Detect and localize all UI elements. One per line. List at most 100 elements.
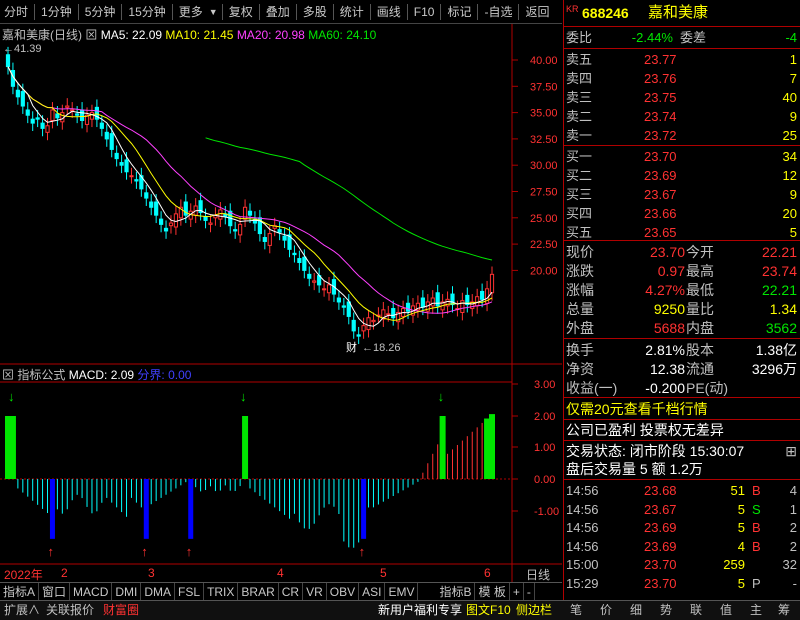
stat-value: 22.21 <box>761 244 797 260</box>
panel-tab[interactable]: 主 <box>750 601 762 620</box>
stat-row: 涨幅 4.27% 最低 22.21 <box>564 281 800 299</box>
tick-direction: S <box>752 501 761 517</box>
stat-value: 5688 <box>653 320 685 336</box>
buy-signal-arrow-down: ↓ <box>8 389 15 404</box>
level-volume: 7 <box>789 71 797 86</box>
toolbar-item[interactable]: 复权 <box>225 0 257 24</box>
macd-bar <box>417 479 419 482</box>
price-tick-label: 32.50 <box>530 134 558 146</box>
ask-row[interactable]: 卖五 23.77 1 <box>564 51 800 69</box>
tab-template[interactable]: 模 板 <box>475 582 510 601</box>
weibi-row: 委比 -2.44% 委差 -4 <box>564 29 800 47</box>
macd-tick-label: 2.00 <box>534 411 555 423</box>
macd-bar <box>150 479 152 505</box>
tab-add[interactable]: + <box>510 582 524 601</box>
close-icon[interactable]: ⊠ <box>2 368 14 382</box>
ask-row[interactable]: 卖二 23.74 9 <box>564 108 800 126</box>
bid-row[interactable]: 买四 23.66 20 <box>564 205 800 223</box>
tab-window[interactable]: 窗口 <box>39 582 71 601</box>
toolbar-item[interactable]: 标记 <box>443 0 475 24</box>
ask-row[interactable]: 卖一 23.72 25 <box>564 127 800 145</box>
macd-bar <box>86 479 88 507</box>
price-tick-label: 22.50 <box>530 239 558 251</box>
tab-dma[interactable]: DMA <box>141 582 176 601</box>
year-label: 2022年 <box>4 568 43 582</box>
toolbar-item[interactable]: 多股 <box>299 0 331 24</box>
bid-row[interactable]: 买三 23.67 9 <box>564 186 800 204</box>
panel-tab[interactable]: 笔 <box>570 601 582 620</box>
divider <box>564 26 800 27</box>
tab-macd[interactable]: MACD <box>70 582 113 601</box>
expand-button[interactable]: 扩展∧ <box>4 601 40 620</box>
promo-link[interactable]: 仅需20元查看千档行情 <box>564 400 800 418</box>
toolbar-item[interactable]: 返回 <box>521 0 553 24</box>
stat-label: 今开 <box>686 244 714 260</box>
tick-volume: 4 <box>737 538 745 554</box>
wealth-circle-button[interactable]: 财富圈 <box>103 601 139 620</box>
indicator-title[interactable]: 指标公式 <box>17 368 65 382</box>
panel-tab[interactable]: 联 <box>690 601 702 620</box>
candle-body <box>435 292 440 307</box>
kline-chart[interactable]: 40.0037.5035.0032.5030.0027.5025.0022.50… <box>0 24 562 582</box>
sidebar-toggle[interactable]: 侧边栏 <box>516 601 552 620</box>
toolbar-item-more[interactable]: 更多 <box>175 0 207 24</box>
panel-tab[interactable]: 势 <box>660 601 672 620</box>
macd-bar <box>412 479 414 485</box>
toolbar-item[interactable]: -自选 <box>480 0 516 24</box>
toolbar-item[interactable]: 1分钟 <box>37 0 76 24</box>
tick-volume: 5 <box>737 576 745 591</box>
tab-remove[interactable]: - <box>524 582 535 601</box>
macd-bar <box>274 479 276 508</box>
tab-cr[interactable]: CR <box>279 582 304 601</box>
toolbar-item[interactable]: 分时 <box>0 0 32 24</box>
macd-bar <box>130 479 132 498</box>
stat-value: 9250 <box>653 301 685 317</box>
tab-asi[interactable]: ASI <box>359 582 386 601</box>
label: 委比 <box>566 30 593 45</box>
macd-bar <box>422 472 424 479</box>
level-price: 23.74 <box>644 109 677 124</box>
tab-vr[interactable]: VR <box>303 582 327 601</box>
tick-price: 23.69 <box>644 520 677 536</box>
bid-row[interactable]: 买一 23.70 34 <box>564 148 800 166</box>
tab-fsl[interactable]: FSL <box>175 582 205 601</box>
panel-tab[interactable]: 细 <box>630 601 642 620</box>
toolbar-item[interactable]: 15分钟 <box>124 0 169 24</box>
panel-tab[interactable]: 价 <box>600 601 612 620</box>
new-user-promo[interactable]: 新用户福利专享 <box>378 601 462 620</box>
f10-button[interactable]: 图文F10 <box>466 601 511 620</box>
stat-row: 换手 2.81% 股本 1.38亿 <box>564 341 800 359</box>
tab-indicator-b[interactable]: 指标B <box>436 582 476 601</box>
tab-obv[interactable]: OBV <box>327 582 360 601</box>
ask-row[interactable]: 卖四 23.76 7 <box>564 70 800 88</box>
stat-row: 总量 9250 量比 1.34 <box>564 300 800 318</box>
toolbar-item[interactable]: 画线 <box>373 0 405 24</box>
level-price: 23.76 <box>644 71 677 86</box>
close-icon[interactable]: ⊠ <box>85 28 97 42</box>
macd-bar <box>293 479 295 514</box>
expand-icon[interactable]: ⊞ <box>785 442 797 460</box>
tab-dmi[interactable]: DMI <box>112 582 142 601</box>
panel-tab[interactable]: 值 <box>720 601 732 620</box>
tab-brar[interactable]: BRAR <box>238 582 279 601</box>
toolbar-item[interactable]: F10 <box>410 0 439 24</box>
month-label: 6 <box>484 566 491 580</box>
tab-trix[interactable]: TRIX <box>204 582 239 601</box>
tab-emv[interactable]: EMV <box>385 582 419 601</box>
stat-value: 0.97 <box>657 263 685 279</box>
toolbar-item[interactable]: 叠加 <box>262 0 294 24</box>
tick-price: 23.70 <box>644 576 677 591</box>
stat-label: 内盘 <box>686 320 714 336</box>
toolbar-item[interactable]: 5分钟 <box>81 0 120 24</box>
dropdown-icon[interactable]: ▼ <box>207 0 220 24</box>
related-quotes-button[interactable]: 关联报价 <box>46 601 94 620</box>
tab-indicator-a[interactable]: 指标A <box>0 582 40 601</box>
bid-row[interactable]: 买二 23.69 12 <box>564 167 800 185</box>
toolbar-item[interactable]: 统计 <box>336 0 368 24</box>
macd-bar <box>111 479 113 503</box>
candle-body <box>129 175 134 178</box>
panel-tab[interactable]: 筹 <box>778 601 790 620</box>
tick-row: 15:00 23.70 259 32 <box>564 556 800 574</box>
ask-row[interactable]: 卖三 23.75 40 <box>564 89 800 107</box>
promo-text[interactable]: 仅需20元查看千档行情 <box>566 400 708 418</box>
